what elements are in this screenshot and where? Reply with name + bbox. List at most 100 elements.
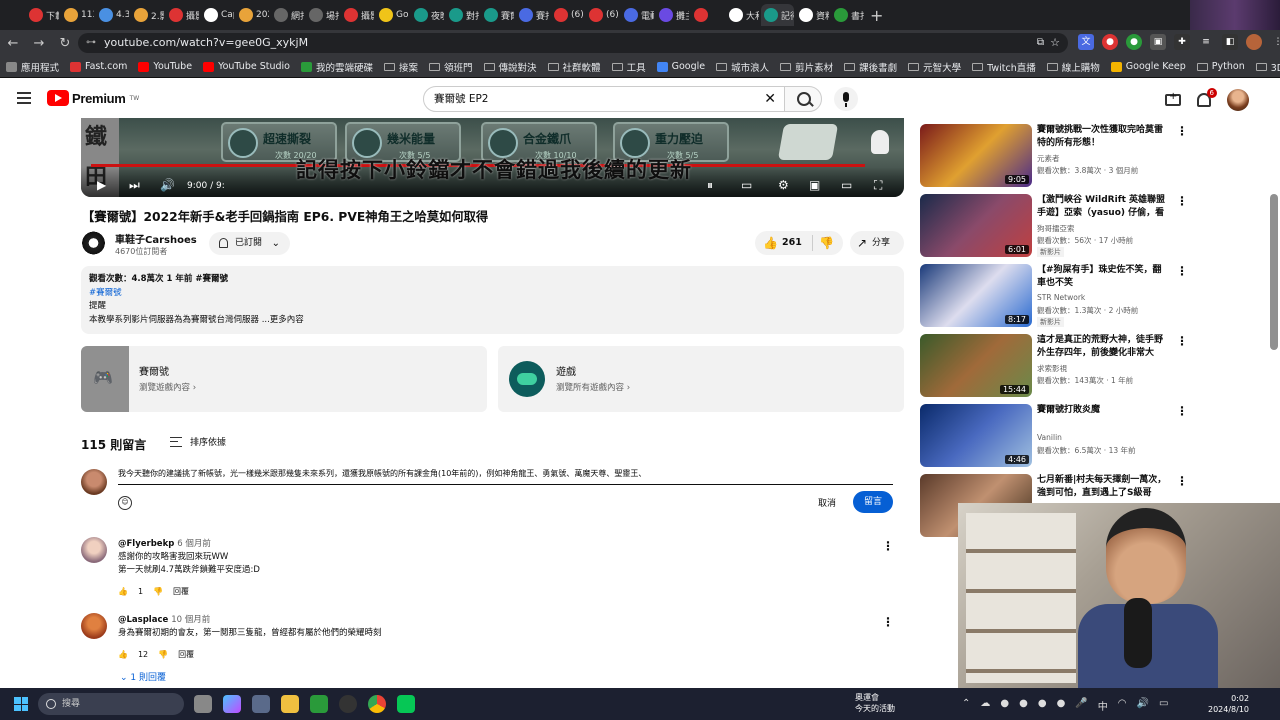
volume-icon[interactable]: 🔊 — [160, 178, 175, 192]
bookmark-item[interactable]: 應用程式 — [6, 60, 59, 74]
video-menu-icon[interactable]: ⋮ — [1176, 334, 1188, 348]
browser-tab[interactable]: 202 — [236, 4, 269, 26]
video-thumbnail[interactable]: 8:17 — [920, 264, 1032, 327]
video-player[interactable]: 鐵田 超速撕裂次數 20/20 幾米能量次數 5/5 合金鐵爪次數 10/10 … — [81, 118, 904, 197]
create-video-icon[interactable] — [1165, 91, 1181, 106]
recommended-channel[interactable]: Vanilin — [1037, 433, 1062, 442]
back-icon[interactable]: ← — [0, 36, 26, 51]
dislike-thumb-icon[interactable]: 👎 — [819, 236, 834, 250]
emoji-icon[interactable]: ☺ — [118, 496, 132, 510]
ime-indicator[interactable]: 中 — [1098, 698, 1108, 713]
notifications-bell-icon[interactable]: 6 — [1197, 88, 1217, 107]
search-button[interactable] — [784, 86, 822, 112]
browser-tab[interactable]: 攝影 — [166, 4, 199, 26]
recommended-title[interactable]: 【#狗屎有手】珠史佐不笑，翻車也不笑 — [1037, 264, 1167, 290]
recommended-video[interactable]: 4:46 賽爾號打敗炎魔 Vanilin 觀看次數：6.5萬次 · 13 年前 ⋮ — [920, 398, 1190, 467]
next-icon[interactable]: ⏭ — [129, 178, 140, 193]
account-avatar[interactable] — [1227, 89, 1249, 111]
bookmark-item[interactable]: Twitch直播 — [972, 60, 1036, 74]
comment-author[interactable]: @Lasplace 10 個月前 — [118, 613, 210, 625]
settings-gear-icon[interactable]: ⚙ — [778, 178, 789, 192]
video-thumbnail[interactable]: 9:05 — [920, 124, 1032, 187]
channel-avatar[interactable] — [81, 229, 106, 257]
install-icon[interactable]: ⧉ — [1037, 33, 1044, 53]
file-explorer-icon[interactable] — [281, 695, 299, 713]
like-thumb-icon[interactable]: 👍 — [118, 650, 128, 659]
sort-by-button[interactable]: 排序依據 — [170, 435, 226, 448]
extensions-puzzle-icon[interactable]: ✚ — [1174, 34, 1190, 50]
video-description[interactable]: 觀看次數：4.8萬次 1 年前 #賽爾號 #賽爾號 提醒 本教學系列影片伺服器為… — [81, 266, 904, 334]
recommended-channel[interactable]: 元素者 — [1037, 153, 1060, 164]
browser-tab[interactable]: Go — [376, 4, 409, 26]
recommended-title[interactable]: 這才是真正的荒野大神，徒手野外生存四年，前後變化非常大#... — [1037, 334, 1167, 360]
recommended-channel[interactable]: 求索影視 — [1037, 363, 1067, 374]
bookmark-item[interactable]: Python — [1196, 61, 1245, 72]
wifi-icon[interactable]: ◠ — [1118, 698, 1127, 713]
recommended-video[interactable]: 9:05 賽爾號挑戰一次性獲取完哈莫雷特的所有形態！ 元素者 觀看次數：3.8萬次 ·… — [920, 118, 1190, 187]
bookmark-item[interactable]: 剪片素材 — [780, 60, 833, 74]
view-replies-button[interactable]: ⌄ 1 則回覆 — [120, 670, 166, 683]
video-thumbnail[interactable]: 15:44 — [920, 334, 1032, 397]
game-card-link[interactable]: 瀏覽遊戲內容 › — [139, 381, 196, 393]
profile-avatar[interactable] — [1246, 34, 1262, 50]
recommended-title[interactable]: 七月新番|村夫每天擇劍一萬次，強到可怕，直到遇上了S級哥布... — [1037, 474, 1167, 500]
battery-icon[interactable]: ▭ — [1159, 698, 1168, 713]
dislike-thumb-icon[interactable]: 👎 — [153, 587, 163, 596]
commenter-avatar[interactable] — [81, 613, 107, 639]
video-thumbnail[interactable]: 4:46 — [920, 404, 1032, 467]
search-input[interactable]: 賽爾號 EP2 ✕ — [423, 86, 785, 112]
bookmark-item[interactable]: Google Keep — [1110, 61, 1186, 72]
notepad-icon[interactable] — [310, 695, 328, 713]
browser-tab[interactable]: 夜晚 — [411, 4, 444, 26]
reading-list-icon[interactable]: ≡ — [1198, 34, 1214, 50]
like-thumb-icon[interactable]: 👍 — [118, 587, 128, 596]
video-thumbnail[interactable]: 6:01 — [920, 194, 1032, 257]
browser-tab[interactable]: (6) — [586, 4, 619, 26]
forward-icon[interactable]: → — [26, 36, 52, 51]
bookmark-item[interactable]: 傳說對決 — [483, 60, 537, 74]
subscribed-button[interactable]: 已訂閱 ⌄ — [209, 232, 290, 255]
reload-icon[interactable]: ↻ — [52, 36, 78, 51]
bookmark-item[interactable]: 接案 — [384, 60, 418, 74]
browser-tab[interactable]: (6) — [551, 4, 584, 26]
settings-icon[interactable] — [252, 695, 270, 713]
browser-tab[interactable]: 網打 — [271, 4, 304, 26]
browser-tab[interactable]: 記得 — [761, 4, 794, 26]
browser-tab[interactable]: 場打 — [306, 4, 339, 26]
extension-icon[interactable]: ▣ — [1150, 34, 1166, 50]
description-hashtag[interactable]: #賽爾號 — [89, 287, 896, 301]
bookmark-item[interactable]: 課後書劇 — [844, 60, 897, 74]
microphone-icon[interactable]: 🎤 — [1075, 698, 1087, 713]
sidepanel-icon[interactable]: ◧ — [1222, 34, 1238, 50]
reply-button[interactable]: 回覆 — [173, 586, 189, 597]
voice-search-icon[interactable] — [834, 87, 858, 111]
play-icon[interactable]: ▶ — [97, 178, 106, 192]
gaming-card-link[interactable]: 瀏覽所有遊戲內容 › — [556, 381, 630, 393]
recommended-video[interactable]: 8:17 【#狗屎有手】珠史佐不笑，翻車也不笑 STR Network 觀看次數：1.… — [920, 258, 1190, 327]
browser-tab[interactable] — [691, 4, 724, 26]
video-menu-icon[interactable]: ⋮ — [1176, 404, 1188, 418]
theater-mode-icon[interactable]: ▭ — [841, 178, 852, 192]
browser-tab[interactable]: 書打 — [831, 4, 864, 26]
app-tray-icon[interactable]: ● — [1000, 698, 1009, 713]
share-button[interactable]: 分享 — [850, 231, 904, 255]
youtube-premium-logo[interactable]: Premium TW — [47, 90, 139, 106]
recommended-title[interactable]: 賽爾號挑戰一次性獲取完哈莫雷特的所有形態！ — [1037, 124, 1167, 150]
recommended-channel[interactable]: 狗哥擂亞索 — [1037, 223, 1075, 234]
copilot-icon[interactable] — [223, 695, 241, 713]
browser-tab[interactable]: 賽打 — [516, 4, 549, 26]
bookmark-item[interactable]: Fast.com — [70, 61, 127, 72]
game-card[interactable]: 賽爾號 瀏覽遊戲內容 › — [81, 346, 487, 412]
autoplay-toggle-icon[interactable]: ⏸ — [707, 178, 713, 193]
bookmark-item[interactable]: 工具 — [611, 60, 646, 74]
like-thumb-icon[interactable]: 👍 — [763, 236, 778, 250]
extension-icon[interactable]: ● — [1126, 34, 1142, 50]
site-info-icon[interactable]: ⊶ — [86, 33, 96, 53]
menu-kebab-icon[interactable]: ⋮ — [1270, 34, 1280, 50]
dislike-thumb-icon[interactable]: 👎 — [158, 650, 168, 659]
comment-menu-icon[interactable]: ⋮ — [882, 539, 894, 553]
taskbar-notice[interactable]: 奧運會 今天的活動 — [855, 692, 895, 714]
post-comment-button[interactable]: 留言 — [853, 491, 893, 513]
browser-tab[interactable]: 下載 — [26, 4, 59, 26]
video-menu-icon[interactable]: ⋮ — [1176, 474, 1188, 488]
